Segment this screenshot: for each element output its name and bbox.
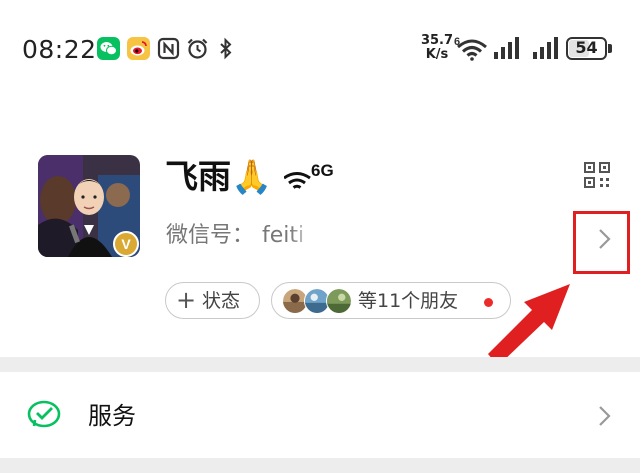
wechat-id-label: 微信号：	[166, 223, 255, 248]
nickname-6g-suffix: 6G	[311, 161, 334, 180]
network-speed: 35.7 K/s	[420, 34, 454, 62]
battery-level: 54	[575, 38, 598, 57]
menu-item-services-label: 服务	[88, 402, 136, 430]
section-divider	[0, 357, 640, 372]
battery-indicator: 54	[566, 37, 607, 60]
friend-avatar	[326, 288, 352, 314]
nfc-icon	[157, 37, 180, 60]
weibo-icon	[127, 37, 150, 60]
friends-status-button[interactable]: 等11个朋友	[271, 282, 511, 319]
friends-status-label: 等11个朋友	[358, 290, 459, 312]
add-status-button[interactable]: + 状态	[165, 282, 260, 319]
wifi-6g-icon: 6G	[284, 161, 334, 189]
signal-icon-secondary	[533, 37, 558, 59]
section-divider-bottom	[0, 458, 640, 473]
wechat-pay-icon	[27, 400, 61, 428]
signal-icon	[494, 37, 519, 59]
qr-code-icon[interactable]	[584, 162, 610, 188]
wifi-icon: 6	[454, 36, 487, 61]
status-time: 08:22	[22, 35, 97, 64]
status-bar: 08:22 35.7 K/s 6 54	[0, 0, 640, 100]
battery-cap	[608, 44, 612, 53]
bluetooth-icon	[220, 37, 232, 60]
nickname: 飞雨🙏	[165, 157, 273, 196]
menu-item-services[interactable]: 服务	[0, 372, 640, 458]
annotation-highlight-box	[573, 211, 630, 274]
chevron-right-icon	[599, 406, 611, 426]
alarm-icon	[187, 38, 208, 59]
verified-badge: V	[113, 231, 139, 257]
network-speed-unit: K/s	[425, 47, 449, 62]
wechat-id-redaction	[290, 224, 390, 250]
plus-icon: +	[176, 286, 197, 314]
add-status-label: 状态	[202, 290, 241, 312]
wechat-icon	[97, 37, 120, 60]
network-speed-value: 35.7	[420, 33, 454, 48]
